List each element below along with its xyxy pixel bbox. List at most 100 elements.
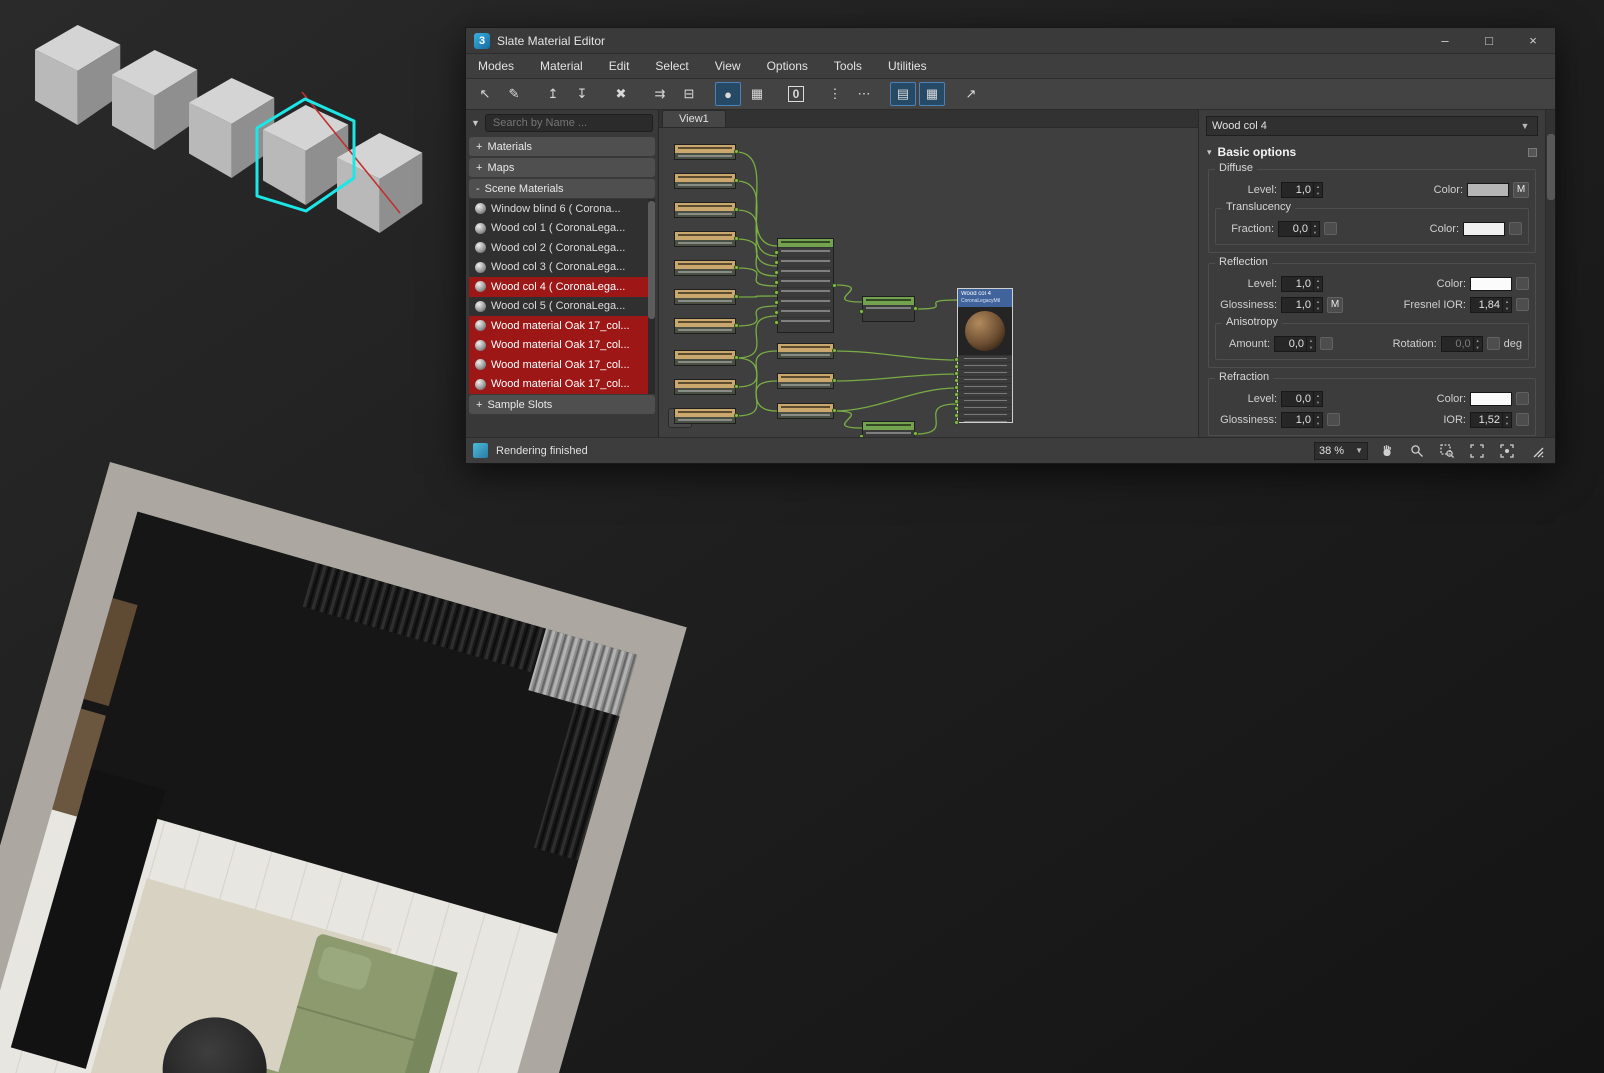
spinner-arrows-icon[interactable]: ▲ ▼	[1313, 391, 1322, 406]
zoom-level-dropdown[interactable]: 38 % ▼	[1314, 441, 1368, 460]
material-list-item[interactable]: Wood material Oak 17_col...	[469, 355, 655, 375]
node-canvas[interactable]: Wood col 4 CoronaLegacyMtl	[659, 128, 1198, 437]
minimize-button[interactable]: –	[1423, 28, 1467, 53]
basic-options-rollout-header[interactable]: ▾ Basic options	[1207, 145, 1537, 159]
group-materials[interactable]: + Materials	[469, 137, 655, 156]
spinner-arrows-icon[interactable]: ▲ ▼	[1502, 412, 1511, 427]
browser-menu-icon[interactable]: ▼	[471, 118, 480, 128]
maximize-button[interactable]: □	[1467, 28, 1511, 53]
translucency-fraction-spinner[interactable]: 0,0 ▲ ▼	[1278, 220, 1320, 237]
material-node-selected[interactable]: Wood col 4 CoronaLegacyMtl	[954, 288, 1013, 425]
reflection-glossiness-spinner[interactable]: 1,0 ▲ ▼	[1281, 296, 1323, 313]
spinner-arrows-icon[interactable]: ▲ ▼	[1313, 182, 1322, 197]
menu-view[interactable]: View	[715, 59, 741, 73]
zoom-extents-selected-icon[interactable]	[1496, 441, 1518, 461]
material-list-item[interactable]: Wood col 1 ( CoronaLega...	[469, 219, 655, 239]
multi-node[interactable]	[774, 238, 837, 333]
select-by-material-icon[interactable]: ↗	[958, 82, 984, 106]
material-list-item[interactable]: Wood material Oak 17_col...	[469, 316, 655, 336]
refraction-color-map-button[interactable]	[1516, 392, 1529, 405]
mix-node[interactable]	[859, 421, 918, 437]
map-node[interactable]	[674, 202, 739, 218]
spinner-arrows-icon[interactable]: ▲ ▼	[1310, 221, 1319, 236]
menu-material[interactable]: Material	[540, 59, 583, 73]
anisotropy-rotation-spinner[interactable]: 0,0 ▲ ▼	[1440, 335, 1483, 352]
map-node[interactable]	[777, 373, 837, 389]
map-node[interactable]	[777, 343, 837, 359]
material-list-item[interactable]: Window blind 6 ( Corona...	[469, 199, 655, 219]
reflection-color-swatch[interactable]	[1470, 276, 1512, 291]
material-list-item[interactable]: Wood material Oak 17_col...	[469, 335, 655, 355]
layout-children-icon[interactable]: ⋯	[851, 82, 877, 106]
mix-node[interactable]	[859, 296, 918, 322]
spinner-arrows-icon[interactable]: ▲ ▼	[1313, 297, 1322, 312]
pan-hand-icon[interactable]	[1376, 441, 1398, 461]
group-scene-materials[interactable]: - Scene Materials	[469, 179, 655, 198]
refraction-level-spinner[interactable]: 0,0 ▲ ▼	[1281, 390, 1323, 407]
map-node[interactable]	[674, 379, 739, 395]
zoom-extents-icon[interactable]	[1466, 441, 1488, 461]
list-scrollbar[interactable]	[648, 199, 655, 394]
show-shaded-material-in-viewport-icon[interactable]: ●	[715, 82, 741, 106]
map-node[interactable]	[674, 350, 739, 366]
delete-selected-icon[interactable]: ✖	[608, 82, 634, 106]
translucency-color-swatch[interactable]	[1463, 221, 1505, 236]
material-list-item[interactable]: Wood material Oak 17_col...	[469, 374, 655, 394]
menu-select[interactable]: Select	[655, 59, 688, 73]
rotation-map-button[interactable]	[1486, 337, 1500, 350]
reflection-color-map-button[interactable]	[1516, 277, 1529, 290]
pick-material-from-object-icon[interactable]: ✎	[501, 82, 527, 106]
material-list-item[interactable]: Wood col 2 ( CoronaLega...	[469, 238, 655, 258]
anisotropy-map-button[interactable]	[1320, 337, 1333, 350]
diffuse-color-swatch[interactable]	[1467, 182, 1509, 197]
select-tool-icon[interactable]: ↖	[472, 82, 498, 106]
ior-spinner[interactable]: 1,52 ▲ ▼	[1470, 411, 1512, 428]
material-id-channel-icon[interactable]: 0	[783, 82, 809, 106]
close-button[interactable]: ×	[1511, 28, 1555, 53]
hide-unused-nodeslots-icon[interactable]: ⊟	[676, 82, 702, 106]
layout-all-vertical-icon[interactable]: ⋮	[822, 82, 848, 106]
assign-material-to-selection-icon[interactable]: ↧	[569, 82, 595, 106]
map-node[interactable]	[674, 289, 739, 305]
map-node[interactable]	[674, 260, 739, 276]
material-list-item[interactable]: Wood col 4 ( CoronaLega...	[469, 277, 655, 297]
translucency-map-button[interactable]	[1324, 222, 1337, 235]
refraction-gloss-map-button[interactable]	[1327, 413, 1340, 426]
translucency-color-map-button[interactable]	[1509, 222, 1522, 235]
fresnel-ior-spinner[interactable]: 1,84 ▲ ▼	[1470, 296, 1512, 313]
spinner-arrows-icon[interactable]: ▲ ▼	[1306, 336, 1315, 351]
title-bar[interactable]: 3 Slate Material Editor – □ ×	[466, 28, 1555, 54]
map-node[interactable]	[674, 231, 739, 247]
diffuse-level-spinner[interactable]: 1,0 ▲ ▼	[1281, 181, 1323, 198]
zoom-region-icon[interactable]	[1436, 441, 1458, 461]
search-input[interactable]	[484, 114, 653, 132]
spinner-arrows-icon[interactable]: ▲ ▼	[1313, 276, 1322, 291]
group-sample-slots[interactable]: + Sample Slots	[469, 395, 655, 414]
anisotropy-amount-spinner[interactable]: 0,0 ▲ ▼	[1274, 335, 1316, 352]
show-maps-toggle-icon[interactable]: ▦	[919, 82, 945, 106]
show-materials-toggle-icon[interactable]: ▤	[890, 82, 916, 106]
menu-modes[interactable]: Modes	[478, 59, 514, 73]
menu-utilities[interactable]: Utilities	[888, 59, 927, 73]
reflection-level-spinner[interactable]: 1,0 ▲ ▼	[1281, 275, 1323, 292]
move-children-icon[interactable]: ⇉	[647, 82, 673, 106]
fresnel-map-button[interactable]	[1516, 298, 1529, 311]
zoom-icon[interactable]	[1406, 441, 1428, 461]
map-node[interactable]	[674, 408, 739, 424]
menu-edit[interactable]: Edit	[609, 59, 630, 73]
map-node[interactable]	[777, 403, 837, 419]
view-tab[interactable]: View1	[662, 110, 726, 127]
group-maps[interactable]: + Maps	[469, 158, 655, 177]
map-node[interactable]	[674, 318, 739, 334]
refraction-glossiness-spinner[interactable]: 1,0 ▲ ▼	[1281, 411, 1323, 428]
map-node[interactable]	[674, 173, 739, 189]
material-selector-dropdown[interactable]: Wood col 4 ▼	[1206, 116, 1538, 136]
refraction-color-swatch[interactable]	[1470, 391, 1512, 406]
resize-grip-icon[interactable]	[1526, 441, 1548, 461]
map-node[interactable]	[674, 144, 739, 160]
spinner-arrows-icon[interactable]: ▲ ▼	[1502, 297, 1511, 312]
material-list-item[interactable]: Wood col 3 ( CoronaLega...	[469, 258, 655, 278]
spinner-arrows-icon[interactable]: ▲ ▼	[1472, 336, 1482, 351]
menu-options[interactable]: Options	[767, 59, 808, 73]
menu-tools[interactable]: Tools	[834, 59, 862, 73]
